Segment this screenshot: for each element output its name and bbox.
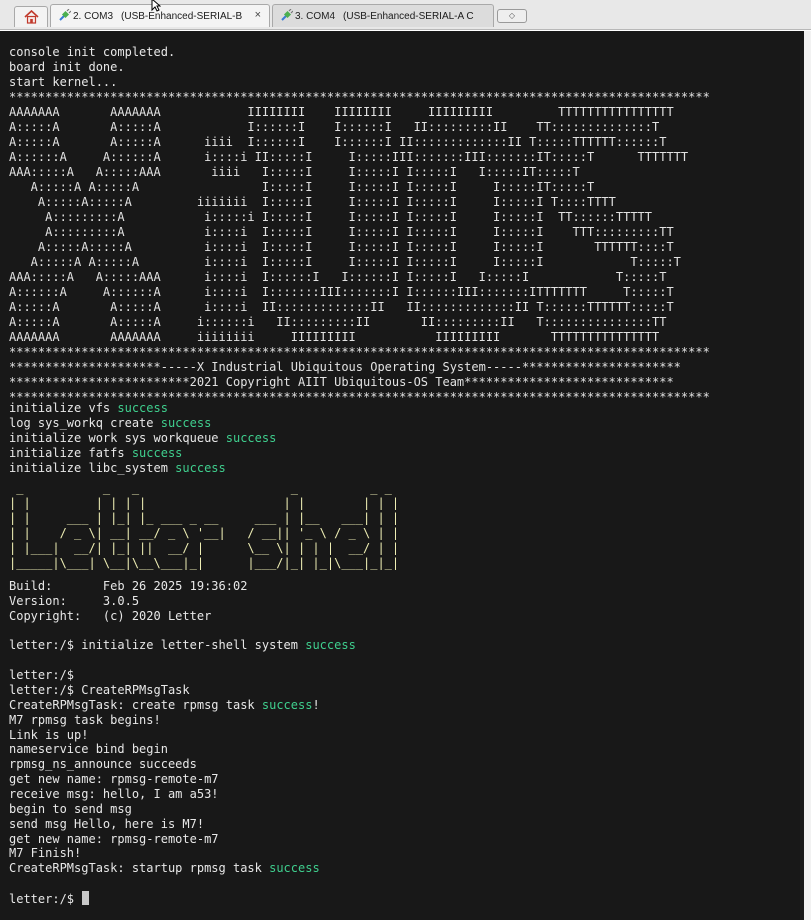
- banner-line: A:::::A:::::A i::::i I:::::I I:::::I I::…: [9, 240, 674, 254]
- banner-line: ****************************************…: [9, 90, 710, 104]
- session-line: receive msg: hello, I am a53!: [9, 787, 219, 801]
- command-prompt[interactable]: letter:/$: [9, 891, 90, 907]
- session-line: begin to send msg: [9, 802, 132, 816]
- init-line: log sys_workq create success: [9, 416, 212, 430]
- session-line: letter:/$ CreateRPMsgTask: [9, 683, 190, 697]
- init-line: initialize vfs success: [9, 401, 168, 415]
- terminal-output[interactable]: console init completed. board init done.…: [0, 31, 804, 920]
- session-line: get new name: rpmsg-remote-m7: [9, 772, 219, 786]
- banner-line: A:::::A A:::::A i::::i II:::::::::::::II…: [9, 300, 674, 314]
- terminal-line: start kernel...: [9, 75, 118, 89]
- banner-line: A:::::A A:::::A I:::::I I:::::I I:::::I …: [9, 180, 595, 194]
- terminal-line: board init done.: [9, 60, 125, 74]
- tab-com3-label: 2. COM3 (USB-Enhanced-SERIAL-B: [73, 11, 243, 22]
- success-label: success: [117, 401, 168, 415]
- init-line: initialize fatfs success: [9, 446, 183, 460]
- logo-line: | |___| __/| |_| || __/ | \__ \| | | | _…: [9, 541, 400, 555]
- mouse-pointer-icon: [151, 0, 161, 12]
- tab-com4[interactable]: 3. COM4 (USB-Enhanced-SERIAL-A C: [272, 4, 494, 27]
- banner-line: A::::::A A::::::A i::::i I:::::::III::::…: [9, 285, 674, 299]
- session-line: get new name: rpmsg-remote-m7: [9, 832, 219, 846]
- session-line: rpmsg_ns_announce succeeds: [9, 757, 197, 771]
- success-label: success: [175, 461, 226, 475]
- success-label: success: [269, 861, 320, 875]
- build-info-line: Build: Feb 26 2025 19:36:02: [9, 579, 248, 593]
- close-icon[interactable]: ×: [255, 9, 261, 21]
- serial-plug-icon: [281, 9, 293, 21]
- success-label: success: [131, 446, 183, 460]
- init-line: initialize libc_system success: [9, 461, 226, 475]
- session-line: Link is up!: [9, 728, 89, 742]
- session-line: M7 Finish!: [9, 846, 82, 860]
- success-label: success: [261, 698, 313, 712]
- serial-plug-icon: [59, 9, 71, 21]
- banner-line: A:::::A:::::A iiiiiii I:::::I I:::::I I:…: [9, 195, 616, 209]
- banner-line: AAA:::::A A:::::AAA iiii I:::::I I:::::I…: [9, 165, 580, 179]
- session-line: send msg Hello, here is M7!: [9, 817, 205, 831]
- banner-line: AAAAAAA AAAAAAA IIIIIIII IIIIIIII IIIIII…: [9, 105, 674, 119]
- build-info-line: Copyright: (c) 2020 Letter: [9, 609, 212, 623]
- home-icon: [24, 10, 39, 24]
- text-cursor: [82, 891, 90, 905]
- session-line: nameservice bind begin: [9, 742, 168, 756]
- banner-line: A:::::::::A i::::i I:::::I I:::::I I::::…: [9, 225, 674, 239]
- terminal-line: console init completed.: [9, 45, 176, 59]
- tab-com4-label: 3. COM4 (USB-Enhanced-SERIAL-A C: [295, 11, 474, 22]
- success-label: success: [160, 416, 212, 430]
- shell-init-line: letter:/$ initialize letter-shell system…: [9, 638, 356, 652]
- session-line: CreateRPMsgTask: startup rpmsg task succ…: [9, 861, 320, 875]
- banner-line: A:::::A A:::::A i::::i I:::::I I:::::I I…: [9, 255, 681, 269]
- tab-bar: 2. COM3 (USB-Enhanced-SERIAL-B × 3. COM4(…: [0, 0, 811, 30]
- success-label: success: [225, 431, 277, 445]
- banner-line: A:::::A A:::::A I::::::I I::::::I II::::…: [9, 120, 660, 134]
- home-tab[interactable]: [14, 6, 48, 27]
- logo-line: _ _ _ _ _ _: [9, 481, 392, 495]
- new-tab-button[interactable]: ◇: [497, 9, 527, 23]
- success-label: success: [305, 638, 356, 652]
- logo-line: |_____|\___| \__|\__\___|_| |___/|_| |_|…: [9, 556, 400, 570]
- banner-line: *************************2021 Copyright …: [9, 375, 674, 389]
- banner-line: ****************************************…: [9, 345, 710, 359]
- banner-line: A:::::A A:::::A iiii I::::::I I::::::I I…: [9, 135, 667, 149]
- banner-line: A:::::::::A i:::::i I:::::I I:::::I I:::…: [9, 210, 652, 224]
- banner-line: AAA:::::A A:::::AAA i::::i I::::::I I:::…: [9, 270, 667, 284]
- banner-line: A::::::A A::::::A i::::i II:::::I I:::::…: [9, 150, 689, 164]
- scrollbar-track[interactable]: [804, 31, 811, 920]
- banner-line: AAAAAAA AAAAAAA iiiiiiii IIIIIIIII IIIII…: [9, 330, 660, 344]
- logo-line: | | | | | | | | | | |: [9, 496, 400, 510]
- session-line: CreateRPMsgTask: create rpmsg task succe…: [9, 698, 320, 712]
- logo-line: | | ___ | |_| |_ ___ _ __ ___ | |__ ___|…: [9, 511, 400, 525]
- session-line: M7 rpmsg task begins!: [9, 713, 161, 727]
- session-line: letter:/$: [9, 668, 75, 682]
- logo-line: | | / _ \| __| __/ _ \ '__| / __|| '_ \ …: [9, 526, 400, 540]
- banner-line: A:::::A A:::::A i::::::i II:::::::::II I…: [9, 315, 667, 329]
- banner-line: *********************-----X Industrial U…: [9, 360, 681, 374]
- build-info-line: Version: 3.0.5: [9, 594, 140, 608]
- init-line: initialize work sys workqueue success: [9, 431, 277, 445]
